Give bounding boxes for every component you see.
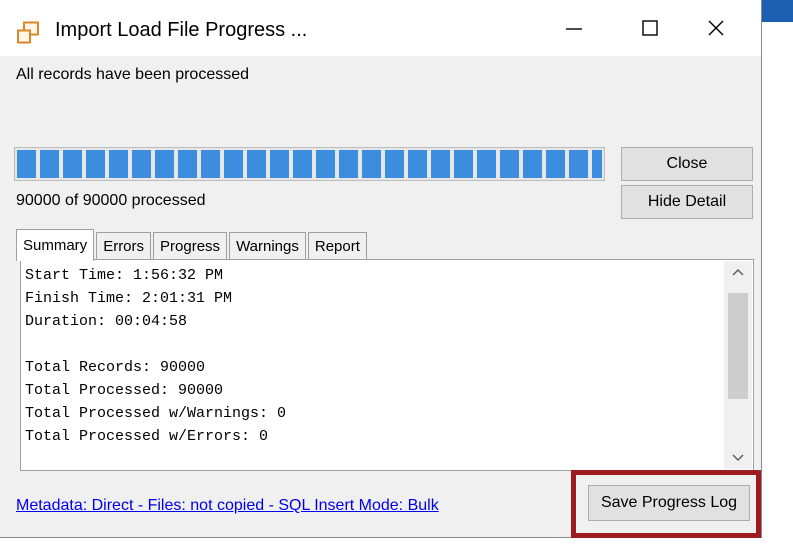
vertical-scrollbar[interactable] [724, 261, 752, 469]
tab-progress[interactable]: Progress [153, 232, 228, 260]
hide-detail-button[interactable]: Hide Detail [621, 185, 753, 219]
log-line-finish-time: Finish Time: 2:01:31 PM [25, 290, 233, 307]
save-progress-log-button[interactable]: Save Progress Log [588, 485, 750, 521]
log-line-processed-errors: Total Processed w/Errors: 0 [25, 428, 269, 445]
window-close-button[interactable] [690, 8, 742, 52]
tab-warnings[interactable]: Warnings [229, 232, 306, 260]
close-button[interactable]: Close [621, 147, 753, 181]
summary-log[interactable]: Start Time: 1:56:32 PM Finish Time: 2:01… [25, 264, 719, 468]
log-line-total-records: Total Records: 90000 [25, 359, 206, 376]
app-window-icon [16, 21, 40, 45]
metadata-link[interactable]: Metadata: Direct - Files: not copied - S… [16, 497, 439, 515]
close-icon [706, 18, 726, 43]
scroll-up-button[interactable] [724, 261, 752, 283]
status-message: All records have been processed [16, 66, 250, 83]
desktop-background [762, 0, 793, 22]
detail-tabs: Summary Errors Progress Warnings Report [16, 228, 369, 261]
import-progress-window: Import Load File Progress ... All record… [0, 0, 762, 538]
processed-count: 90000 of 90000 processed [16, 192, 206, 209]
progress-bar [14, 147, 605, 181]
summary-panel: Start Time: 1:56:32 PM Finish Time: 2:01… [20, 259, 754, 471]
chevron-down-icon [732, 449, 744, 467]
minimize-icon [564, 18, 584, 43]
log-line-duration: Duration: 00:04:58 [25, 313, 188, 330]
log-line-blank [25, 333, 719, 356]
progress-bar-fill [17, 150, 602, 178]
window-title: Import Load File Progress ... [55, 19, 308, 41]
tab-summary[interactable]: Summary [16, 229, 95, 261]
maximize-button[interactable] [624, 8, 676, 52]
log-line-start-time: Start Time: 1:56:32 PM [25, 267, 224, 284]
chevron-up-icon [732, 263, 744, 281]
title-bar: Import Load File Progress ... [0, 0, 761, 56]
scrollbar-thumb[interactable] [728, 293, 748, 399]
tab-errors[interactable]: Errors [96, 232, 152, 260]
minimize-button[interactable] [548, 8, 600, 52]
maximize-icon [640, 18, 660, 43]
log-line-total-processed: Total Processed: 90000 [25, 382, 224, 399]
log-line-processed-warnings: Total Processed w/Warnings: 0 [25, 405, 287, 422]
tab-report[interactable]: Report [307, 232, 367, 260]
scroll-down-button[interactable] [724, 447, 752, 469]
